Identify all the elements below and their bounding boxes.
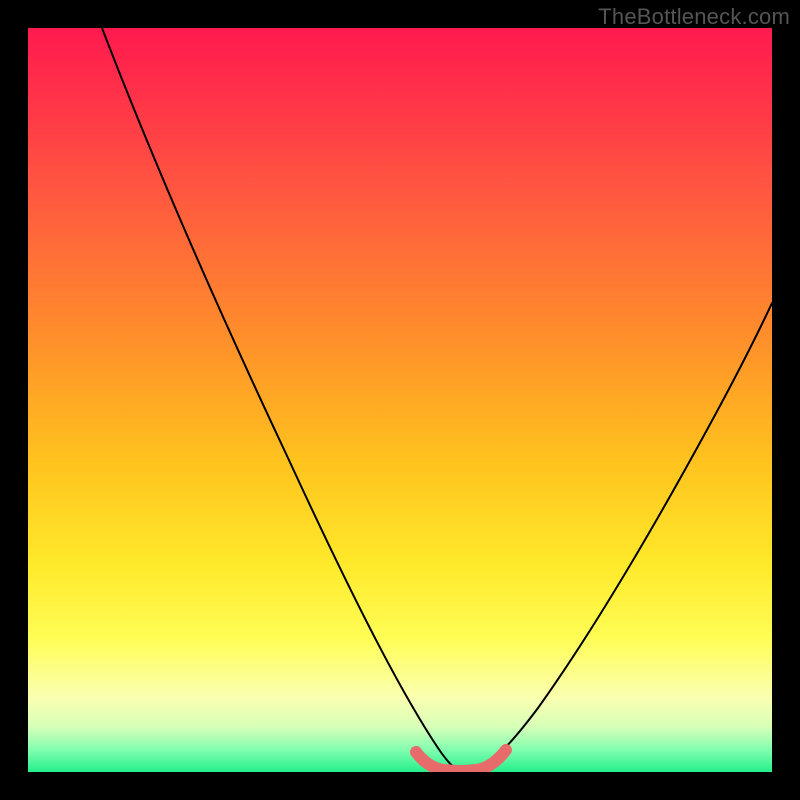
chart-frame: TheBottleneck.com [0,0,800,800]
watermark-text: TheBottleneck.com [598,4,790,30]
curve-layer [28,28,772,772]
plot-area [28,28,772,772]
curve-trough-highlight [416,750,506,771]
curve-left-branch [102,28,460,772]
curve-right-branch [460,303,772,772]
